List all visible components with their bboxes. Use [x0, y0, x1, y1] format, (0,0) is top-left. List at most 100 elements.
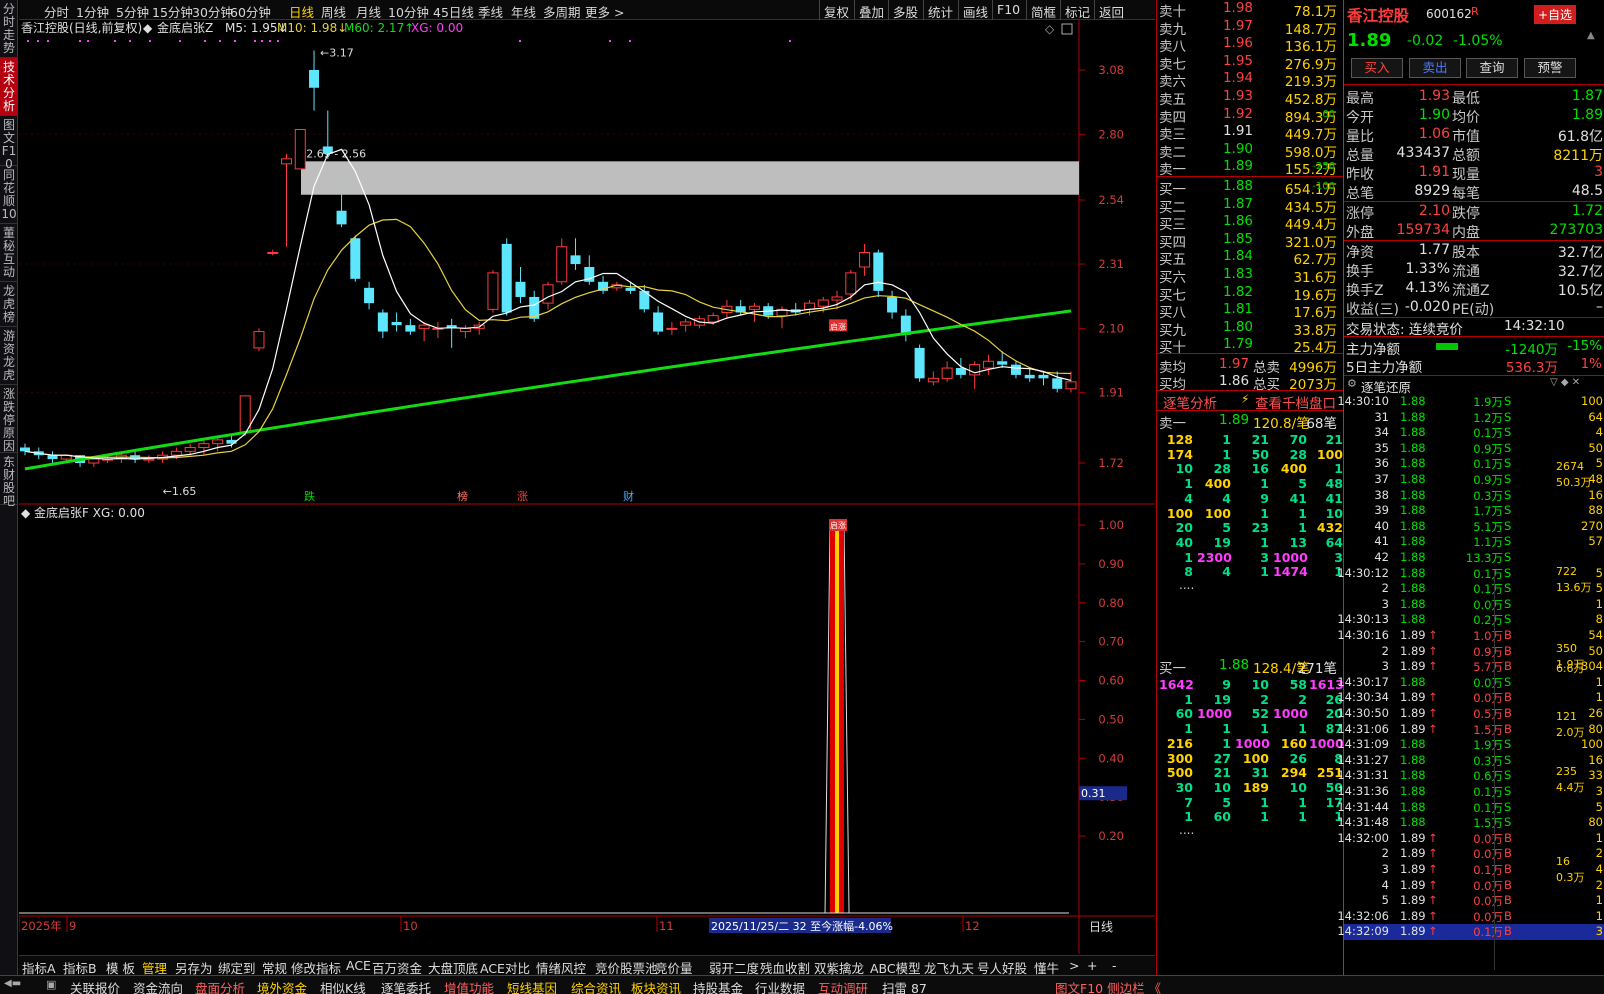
- period-10[interactable]: 45日线: [433, 2, 474, 21]
- kline-chart-area[interactable]: 3.08 2.80 2.54 2.31 2.10 1.91 1.72 ←2.69 - 2.56…: [18, 20, 1155, 954]
- period-13[interactable]: 多周期: [543, 2, 581, 21]
- period-3[interactable]: 15分钟: [152, 2, 193, 21]
- ticks-gear-icon[interactable]: ⚙: [1347, 377, 1357, 390]
- period-0[interactable]: 分时: [44, 2, 69, 21]
- tick-analysis-link[interactable]: 逐笔分析: [1163, 392, 1217, 412]
- period-11[interactable]: 季线: [478, 2, 503, 21]
- toolbar-btn-5[interactable]: F10: [992, 0, 1024, 20]
- status-item-11[interactable]: 行业数据: [755, 978, 805, 994]
- trade-btn-0[interactable]: 买入: [1351, 58, 1403, 78]
- period-4[interactable]: 30分钟: [192, 2, 233, 21]
- tick-time: 14:30:17: [1337, 674, 1389, 689]
- status-item-3[interactable]: 境外资金: [257, 978, 307, 994]
- period-5[interactable]: 60分钟: [230, 2, 271, 21]
- tick-time: 41: [1374, 534, 1389, 549]
- pin-icon[interactable]: ▲: [1587, 30, 1595, 41]
- indicator-remove-button[interactable]: -: [1112, 958, 1117, 973]
- qp-sep-2: [1344, 240, 1604, 241]
- period-14[interactable]: 更多 >: [585, 2, 624, 21]
- status-item-10[interactable]: 持股基金: [693, 978, 743, 994]
- toolbar-btn-3[interactable]: 统计: [923, 0, 957, 20]
- period-7[interactable]: 周线: [321, 2, 346, 21]
- status-item-13[interactable]: 扫雷 87: [882, 978, 927, 994]
- status-item-0[interactable]: 关联报价: [70, 978, 120, 994]
- status-right[interactable]: 图文F10 侧边栏 《: [1055, 978, 1161, 994]
- status-item-1[interactable]: 资金流向: [133, 978, 183, 994]
- tick-arrow: ↑: [1428, 690, 1438, 705]
- status-item-5[interactable]: 逐笔委托: [381, 978, 431, 994]
- vtab-2[interactable]: 图文F10: [0, 116, 18, 171]
- add-watchlist-button[interactable]: +自选: [1534, 5, 1577, 24]
- quote-label-b: 内盘: [1452, 225, 1480, 241]
- status-item-6[interactable]: 增值功能: [444, 978, 494, 994]
- period-9[interactable]: 10分钟: [388, 2, 429, 21]
- trade-btn-3[interactable]: 预警: [1524, 58, 1576, 78]
- thousand-depth-link[interactable]: 查看千档盘口: [1255, 392, 1336, 412]
- quote-val-b: 3: [1594, 164, 1603, 180]
- tick-count: 1: [1595, 690, 1603, 705]
- vtab-5[interactable]: 龙虎榜: [0, 282, 18, 327]
- toolbar-btn-4[interactable]: 画线: [958, 0, 992, 20]
- trade-btn-2[interactable]: 查询: [1466, 58, 1518, 78]
- candle-body-38: [542, 284, 554, 304]
- tick-vol: 0.0万: [1473, 847, 1503, 862]
- vtab-6[interactable]: 游资龙虎: [0, 327, 18, 385]
- ma60-label: M60: 2.17↑: [344, 21, 414, 35]
- period-6[interactable]: 日线: [289, 2, 314, 21]
- bid-row-3: 买四 1.85 321.0万: [1157, 231, 1343, 251]
- toolbar-btn-8[interactable]: 返回: [1094, 0, 1128, 20]
- top-dot-6: [129, 40, 131, 42]
- quote-label-a: 收益(三): [1346, 302, 1399, 318]
- candle-body-12: [184, 446, 196, 452]
- x-highlight-label: 2025/11/25/二 32 至今涨幅-4.06%: [711, 919, 893, 933]
- ticks-menu-icons[interactable]: ▽ ◆ ✕: [1550, 377, 1580, 388]
- toolbar-btn-2[interactable]: 多股: [888, 0, 922, 20]
- quote-val-a: -0.020: [1404, 299, 1450, 315]
- vtab-1[interactable]: 技术分析: [0, 58, 18, 116]
- buy1-grid-cell: 1: [1260, 794, 1269, 810]
- indicator-next-icon[interactable]: >: [1069, 958, 1079, 973]
- buy1-grid-cell: 5: [1222, 794, 1231, 810]
- lower-tick-1: 0.90: [1098, 557, 1124, 571]
- candle-body-9: [143, 458, 155, 461]
- period-2[interactable]: 5分钟: [116, 2, 149, 21]
- bid-row-1: 买二 1.87 434.5万: [1157, 196, 1343, 216]
- candle-body-27: [391, 321, 402, 326]
- period-8[interactable]: 月线: [356, 2, 381, 21]
- trade-btn-1[interactable]: 卖出: [1409, 58, 1461, 78]
- toolbar-btn-1[interactable]: 叠加: [854, 0, 888, 20]
- agg-vol-6: 0.3万: [1556, 871, 1585, 884]
- period-1[interactable]: 1分钟: [76, 2, 109, 21]
- tick-row-2: 34 1.88 0.1万 S 4: [1344, 425, 1604, 441]
- status-item-2[interactable]: 盘面分析: [195, 978, 245, 994]
- agg-count-3: 6.6万: [1556, 662, 1585, 675]
- panel-icon[interactable]: ▣: [46, 978, 56, 991]
- status-item-12[interactable]: 互动调研: [818, 978, 868, 994]
- buy1-grid-cell: 300: [1166, 750, 1193, 766]
- period-12[interactable]: 年线: [511, 2, 536, 21]
- indicator-add-button[interactable]: +: [1087, 958, 1097, 973]
- status-item-9[interactable]: 板块资讯: [631, 978, 681, 994]
- kline-chart-svg[interactable]: 3.082.802.542.312.101.911.72←2.69 - 2.56…: [18, 20, 1155, 954]
- toolbar-btn-7[interactable]: 标记: [1060, 0, 1094, 20]
- tick-arrow: ↑: [1428, 877, 1438, 892]
- vtab-0[interactable]: 分时走势: [0, 0, 18, 58]
- status-item-8[interactable]: 综合资讯: [571, 978, 621, 994]
- vtab-4[interactable]: 董秘互动: [0, 224, 18, 282]
- toolbar-btn-6[interactable]: 简框: [1026, 0, 1060, 20]
- vtab-8[interactable]: 东财股吧: [0, 453, 18, 508]
- toolbar-btn-0[interactable]: 复权: [819, 0, 853, 20]
- candle-body-58: [817, 299, 829, 307]
- xtick-label-2: 10: [403, 919, 418, 933]
- status-item-4[interactable]: 相似K线: [320, 978, 366, 994]
- high-label: ←3.17: [320, 47, 354, 60]
- avg-row-1: 买均 1.86 总买 2073万: [1157, 373, 1343, 393]
- indicator-tab-8[interactable]: ACE: [346, 958, 371, 973]
- top-dot-2: [47, 40, 49, 42]
- sell1-grid-cell: 1: [1334, 461, 1343, 477]
- layout-diamond-icon[interactable]: ◇: [1045, 22, 1055, 36]
- vtab-7[interactable]: 涨跌停原因: [0, 385, 18, 453]
- status-item-7[interactable]: 短线基因: [507, 978, 557, 994]
- toggle-icon[interactable]: ◀▬: [4, 978, 21, 989]
- vtab-3[interactable]: 同花顺10: [0, 166, 18, 224]
